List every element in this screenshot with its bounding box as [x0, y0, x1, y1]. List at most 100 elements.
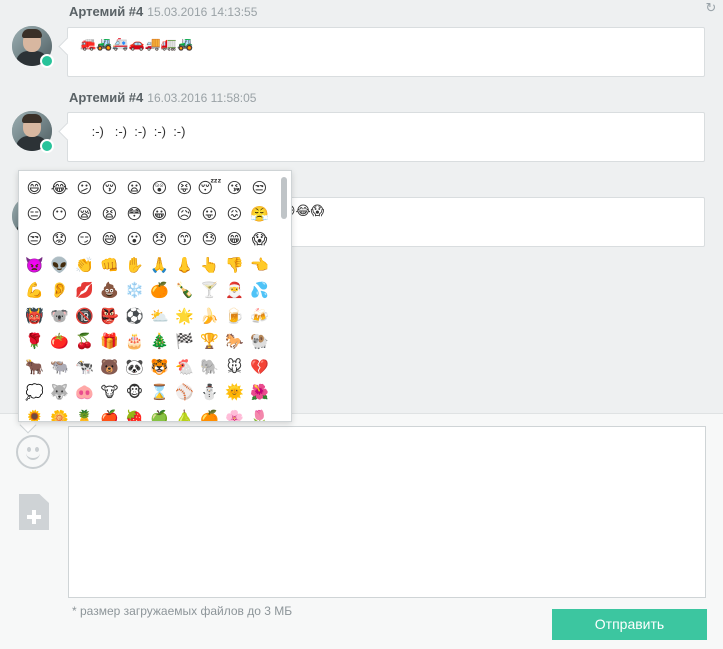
emoji-option[interactable]: 👏 [72, 253, 97, 279]
emoji-option[interactable]: 😞 [147, 227, 172, 253]
emoji-option[interactable]: 😒 [247, 176, 272, 202]
attach-file-icon[interactable] [19, 494, 49, 530]
emoji-option[interactable]: 🐄 [72, 355, 97, 381]
emoji-option[interactable]: ⚽ [122, 304, 147, 330]
emoji-option[interactable]: 🌺 [247, 380, 272, 406]
emoji-option[interactable]: 🍓 [122, 406, 147, 422]
emoji-scrollbar[interactable] [281, 177, 287, 219]
emoji-option[interactable]: 👂 [47, 278, 72, 304]
smile-icon[interactable] [16, 435, 50, 469]
emoji-option[interactable]: 😖 [222, 202, 247, 228]
emoji-option[interactable]: 😝 [172, 176, 197, 202]
emoji-option[interactable]: 🌼 [47, 406, 72, 422]
emoji-option[interactable]: 🐻 [97, 355, 122, 381]
emoji-option[interactable]: 😦 [122, 176, 147, 202]
emoji-option[interactable]: 😱 [247, 227, 272, 253]
emoji-option[interactable]: 💋 [72, 278, 97, 304]
refresh-icon[interactable]: ↻ [704, 1, 718, 15]
emoji-option[interactable]: 🍾 [172, 278, 197, 304]
emoji-option[interactable]: 👊 [97, 253, 122, 279]
emoji-option[interactable]: 🏁 [172, 329, 197, 355]
emoji-option[interactable]: 😳 [122, 202, 147, 228]
emoji-option[interactable]: 🐵 [122, 380, 147, 406]
emoji-option[interactable]: ⚾ [172, 380, 197, 406]
emoji-option[interactable]: 🌞 [222, 380, 247, 406]
emoji-option[interactable]: 🍊 [147, 278, 172, 304]
emoji-option[interactable]: 👈 [247, 253, 272, 279]
emoji-option[interactable]: 😄 [22, 176, 47, 202]
emoji-option[interactable]: 💩 [97, 278, 122, 304]
emoji-option[interactable]: 🍺 [222, 304, 247, 330]
emoji-option[interactable]: 🐺 [47, 380, 72, 406]
emoji-option[interactable]: 🍒 [72, 329, 97, 355]
emoji-option[interactable]: 🐂 [22, 355, 47, 381]
emoji-option[interactable]: 👿 [22, 253, 47, 279]
emoji-option[interactable]: 🍏 [147, 406, 172, 422]
emoji-option[interactable]: 🌹 [22, 329, 47, 355]
emoji-option[interactable]: 😪 [72, 202, 97, 228]
emoji-option[interactable]: 😛 [197, 202, 222, 228]
emoji-option[interactable]: ⛅ [147, 304, 172, 330]
emoji-option[interactable]: 😏 [72, 227, 97, 253]
emoji-option[interactable]: 👹 [22, 304, 47, 330]
emoji-option[interactable]: 🏆 [197, 329, 222, 355]
emoji-option[interactable]: 🐼 [122, 355, 147, 381]
emoji-option[interactable]: 🍍 [72, 406, 97, 422]
emoji-option[interactable]: 🐔 [172, 355, 197, 381]
emoji-option[interactable]: 😤 [247, 202, 272, 228]
emoji-option[interactable]: 🌸 [222, 406, 247, 422]
emoji-option[interactable]: 🎁 [97, 329, 122, 355]
emoji-option[interactable]: 👽 [47, 253, 72, 279]
emoji-option[interactable]: 😓 [197, 227, 222, 253]
emoji-option[interactable]: 🌻 [22, 406, 47, 422]
emoji-option[interactable]: 😙 [172, 227, 197, 253]
emoji-option[interactable]: 🌟 [172, 304, 197, 330]
emoji-option[interactable]: 🍊 [197, 406, 222, 422]
emoji-option[interactable]: 🍸 [197, 278, 222, 304]
emoji-option[interactable]: 👎 [222, 253, 247, 279]
emoji-option[interactable]: 🐃 [47, 355, 72, 381]
emoji-option[interactable]: 👆 [197, 253, 222, 279]
emoji-option[interactable]: 👺 [97, 304, 122, 330]
emoji-option[interactable]: ⌛ [147, 380, 172, 406]
emoji-option[interactable]: 🐎 [222, 329, 247, 355]
emoji-option[interactable]: ❄️ [122, 278, 147, 304]
emoji-option[interactable]: ⛄ [197, 380, 222, 406]
emoji-option[interactable]: 🍅 [47, 329, 72, 355]
message-input[interactable] [68, 426, 706, 598]
emoji-option[interactable]: 😂 [47, 176, 72, 202]
emoji-option[interactable]: 💔 [247, 355, 272, 381]
emoji-option[interactable]: 🍐 [172, 406, 197, 422]
emoji-option[interactable]: 🌷 [247, 406, 272, 422]
emoji-option[interactable]: 😕 [72, 176, 97, 202]
emoji-option[interactable]: 💭 [22, 380, 47, 406]
send-button[interactable]: Отправить [552, 609, 707, 640]
emoji-option[interactable]: 😅 [97, 227, 122, 253]
emoji-option[interactable]: 🎅 [222, 278, 247, 304]
emoji-option[interactable]: 😥 [172, 202, 197, 228]
emoji-option[interactable]: 😟 [47, 227, 72, 253]
emoji-option[interactable]: 🍌 [197, 304, 222, 330]
emoji-option[interactable]: 🔞 [72, 304, 97, 330]
emoji-option[interactable]: 🐽 [72, 380, 97, 406]
emoji-option[interactable]: 😒 [22, 227, 47, 253]
emoji-option[interactable]: 🍻 [247, 304, 272, 330]
emoji-option[interactable]: 🐘 [197, 355, 222, 381]
emoji-option[interactable]: 🎂 [122, 329, 147, 355]
emoji-option[interactable]: 😮 [122, 227, 147, 253]
emoji-option[interactable]: 😫 [97, 202, 122, 228]
emoji-option[interactable]: 🐏 [247, 329, 272, 355]
emoji-option[interactable]: 🍎 [97, 406, 122, 422]
emoji-option[interactable]: 🎄 [147, 329, 172, 355]
emoji-option[interactable]: 😑 [22, 202, 47, 228]
emoji-option[interactable]: 🐭 [222, 355, 247, 381]
emoji-option[interactable]: 🐮 [97, 380, 122, 406]
emoji-option[interactable]: 😚 [97, 176, 122, 202]
emoji-option[interactable]: 💦 [247, 278, 272, 304]
emoji-option[interactable]: 😘 [222, 176, 247, 202]
emoji-option[interactable]: 😲 [147, 176, 172, 202]
emoji-option[interactable]: 😁 [222, 227, 247, 253]
emoji-option[interactable]: 😴 [197, 176, 222, 202]
emoji-option[interactable]: 🙏 [147, 253, 172, 279]
emoji-option[interactable]: 🐨 [47, 304, 72, 330]
